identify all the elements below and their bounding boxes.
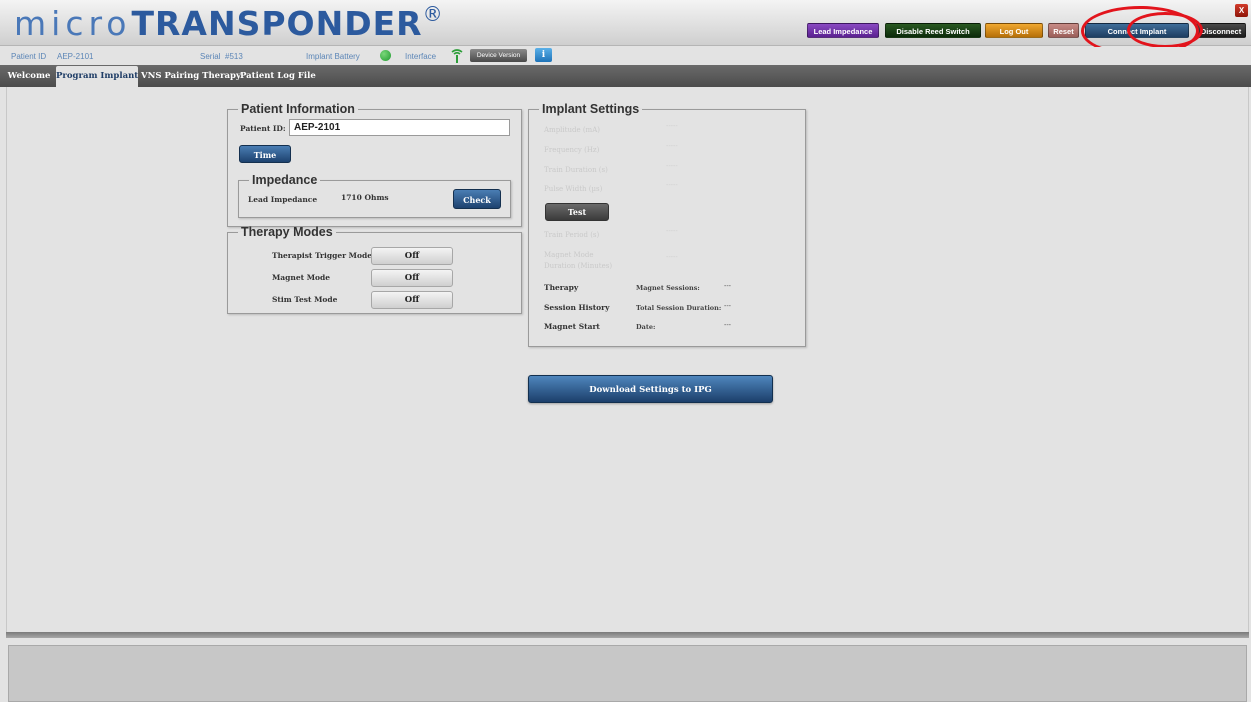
download-settings-button[interactable]: Download Settings to IPG [528, 375, 773, 403]
frequency-label: Frequency (Hz) [544, 146, 600, 154]
patient-id-value: AEP-2101 [57, 52, 94, 61]
tab-patient-log-file[interactable]: Patient Log File [240, 66, 316, 87]
tab-program-implant[interactable]: Program Implant [56, 66, 138, 87]
implant-settings-title: Implant Settings [542, 102, 640, 116]
check-impedance-button[interactable]: Check [453, 189, 501, 209]
logo-transponder: TRANSPONDER [131, 4, 423, 43]
magnet-mode-label: Magnet Mode [272, 273, 331, 282]
serial-label: Serial [200, 52, 221, 61]
train-period-value: ----- [666, 228, 678, 235]
impedance-title: Impedance [252, 173, 318, 187]
total-session-duration-value: --- [724, 303, 731, 310]
header-bar: microTRANSPONDER® Lead Impedance Disable… [0, 0, 1251, 56]
battery-status-icon [380, 50, 391, 61]
session-history-label: Session History [544, 303, 610, 312]
lead-impedance-label: Lead Impedance [248, 195, 318, 204]
stim-test-mode-toggle[interactable]: Off [371, 291, 453, 309]
bottom-status-panel [8, 645, 1247, 702]
magnet-mode-duration-value: ----- [666, 254, 678, 261]
antenna-icon [451, 49, 463, 63]
amplitude-label: Amplitude (mA) [544, 126, 600, 134]
train-duration-value: ----- [666, 163, 678, 170]
info-icon[interactable]: i [535, 48, 552, 62]
time-button[interactable]: Time [239, 145, 291, 163]
train-period-label: Train Period (s) [544, 231, 600, 239]
magnet-sessions-value: --- [724, 283, 731, 290]
serial-value: #513 [225, 52, 243, 61]
magnet-mode-duration-label: Magnet Mode [544, 251, 594, 259]
tab-welcome[interactable]: Welcome [6, 66, 52, 87]
disconnect-button[interactable]: Disconnect [1196, 23, 1246, 38]
patient-id-input[interactable]: AEP-2101 [289, 119, 510, 136]
bottom-divider [6, 632, 1249, 638]
lead-impedance-value: 1710 Ohms [341, 193, 389, 202]
status-info-bar: Patient ID AEP-2101 Serial #513 Implant … [0, 47, 1251, 65]
close-icon[interactable]: X [1235, 4, 1248, 17]
pulse-width-value: ----- [666, 182, 678, 189]
pulse-width-label: Pulse Width (µs) [544, 185, 603, 193]
logo-registered-mark: ® [422, 2, 443, 26]
patient-information-title: Patient Information [241, 102, 355, 116]
date-label: Date: [636, 323, 656, 331]
stim-test-mode-label: Stim Test Mode [272, 295, 338, 304]
device-version-button[interactable]: Device Version [470, 49, 527, 62]
implant-battery-label: Implant Battery [306, 52, 360, 61]
total-session-duration-label: Total Session Duration: [636, 304, 722, 312]
reset-button[interactable]: Reset [1048, 23, 1079, 38]
amplitude-value: ----- [666, 123, 678, 130]
tab-bar: Welcome Program Implant VNS Pairing Ther… [0, 65, 1251, 87]
therapy-modes-title: Therapy Modes [241, 225, 333, 239]
magnet-sessions-label: Magnet Sessions: [636, 284, 700, 292]
brand-logo: microTRANSPONDER® [14, 2, 443, 44]
date-value: --- [724, 322, 731, 329]
lead-impedance-button[interactable]: Lead Impedance [807, 23, 879, 38]
patient-id-label: Patient ID [11, 52, 47, 61]
test-button[interactable]: Test [545, 203, 609, 221]
therapy-label: Therapy [544, 283, 579, 292]
logo-micro: micro [14, 4, 132, 43]
tab-vns-pairing-therapy[interactable]: VNS Pairing Therapy [141, 66, 241, 87]
frequency-value: ----- [666, 143, 678, 150]
disable-reed-switch-button[interactable]: Disable Reed Switch [885, 23, 981, 38]
connect-implant-button[interactable]: Connect Implant [1085, 23, 1189, 38]
therapist-trigger-mode-toggle[interactable]: Off [371, 247, 453, 265]
train-duration-label: Train Duration (s) [544, 166, 608, 174]
magnet-mode-toggle[interactable]: Off [371, 269, 453, 287]
patient-id-field-label: Patient ID: [240, 124, 286, 133]
therapist-trigger-mode-label: Therapist Trigger Mode [272, 251, 372, 260]
magnet-start-label: Magnet Start [544, 322, 600, 331]
app-window: microTRANSPONDER® Lead Impedance Disable… [0, 0, 1251, 702]
magnet-mode-duration-label-2: Duration (Minutes) [544, 262, 613, 270]
interface-label: Interface [405, 52, 437, 61]
log-out-button[interactable]: Log Out [985, 23, 1043, 38]
